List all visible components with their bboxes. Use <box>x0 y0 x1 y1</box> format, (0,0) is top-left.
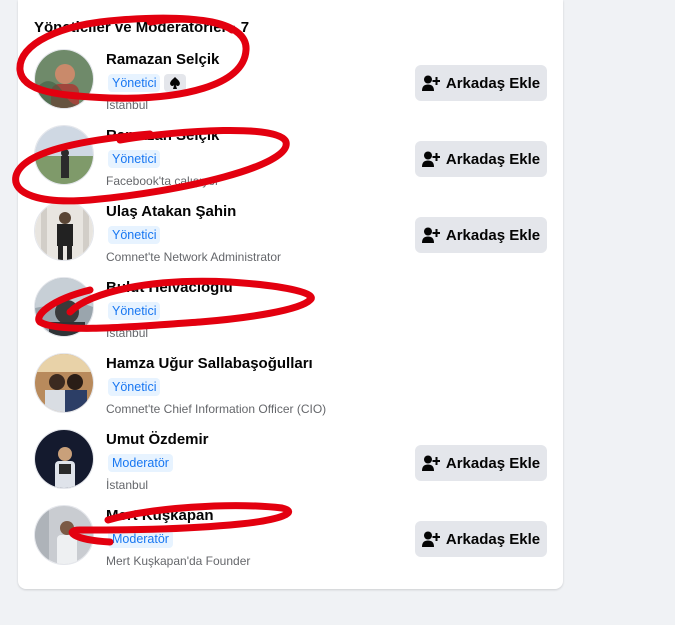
member-name[interactable]: Umut Özdemir <box>106 431 209 448</box>
add-friend-label: Arkadaş Ekle <box>445 74 541 92</box>
member-subtitle: İstanbul <box>106 98 149 112</box>
add-friend-button[interactable]: Arkadaş Ekle <box>415 65 547 101</box>
member-name[interactable]: Ramazan Selçik <box>106 127 219 144</box>
avatar[interactable] <box>34 429 94 489</box>
add-friend-button[interactable]: Arkadaş Ekle <box>415 141 547 177</box>
role-badge: Yönetici <box>108 302 161 320</box>
member-name[interactable]: Ramazan Selçik <box>106 51 219 68</box>
role-badge: Yönetici <box>108 378 161 396</box>
member-row: Ramazan Selçik Yönetici Facebook'ta çalı… <box>18 124 563 194</box>
add-friend-button[interactable]: Arkadaş Ekle <box>415 217 547 253</box>
avatar[interactable] <box>34 353 94 413</box>
member-subtitle: Facebook'ta çalışıyor <box>106 174 220 188</box>
spade-icon <box>164 74 187 92</box>
member-subtitle: İstanbul <box>106 478 149 492</box>
member-name[interactable]: Ulaş Atakan Şahin <box>106 203 236 220</box>
member-row: Ramazan Selçik Yönetici İstanbul Arkadaş… <box>18 48 563 118</box>
member-name[interactable]: Hamza Uğur Sallabaşoğulları <box>106 355 313 372</box>
avatar[interactable] <box>34 277 94 337</box>
add-friend-label: Arkadaş Ekle <box>445 530 541 548</box>
section-title: Yöneticiler ve Moderatörler · 7 <box>34 19 250 36</box>
member-row: Bulut Helvacioglu Yönetici İstanbul <box>18 276 563 346</box>
add-friend-label: Arkadaş Ekle <box>445 150 541 168</box>
role-badge: Moderatör <box>108 454 173 472</box>
member-subtitle: Comnet'te Chief Information Officer (CIO… <box>106 402 327 416</box>
member-subtitle: İstanbul <box>106 326 149 340</box>
member-row: Ulaş Atakan Şahin Yönetici Comnet'te Net… <box>18 200 563 270</box>
add-friend-button[interactable]: Arkadaş Ekle <box>415 521 547 557</box>
add-friend-icon <box>421 455 440 471</box>
member-subtitle: Mert Kuşkapan'da Founder <box>106 554 251 568</box>
role-badge: Yönetici <box>108 226 161 244</box>
role-badge: Yönetici <box>108 74 161 92</box>
avatar[interactable] <box>34 505 94 565</box>
add-friend-icon <box>421 531 440 547</box>
member-row: Hamza Uğur Sallabaşoğulları Yönetici Com… <box>18 352 563 422</box>
add-friend-icon <box>421 227 440 243</box>
member-name[interactable]: Mert Kuşkapan <box>106 507 214 524</box>
add-friend-button[interactable]: Arkadaş Ekle <box>415 445 547 481</box>
add-friend-label: Arkadaş Ekle <box>445 454 541 472</box>
member-subtitle: Comnet'te Network Administrator <box>106 250 282 264</box>
add-friend-label: Arkadaş Ekle <box>445 226 541 244</box>
role-badge: Moderatör <box>108 530 173 548</box>
role-badge: Yönetici <box>108 150 161 168</box>
member-row: Umut Özdemir Moderatör İstanbul Arkadaş … <box>18 428 563 498</box>
avatar[interactable] <box>34 201 94 261</box>
add-friend-icon <box>421 151 440 167</box>
avatar[interactable] <box>34 49 94 109</box>
avatar[interactable] <box>34 125 94 185</box>
admins-card: Yöneticiler ve Moderatörler · 7 Ramazan … <box>18 0 563 589</box>
member-row: Mert Kuşkapan Moderatör Mert Kuşkapan'da… <box>18 504 563 574</box>
member-name[interactable]: Bulut Helvacioglu <box>106 279 233 296</box>
add-friend-icon <box>421 75 440 91</box>
